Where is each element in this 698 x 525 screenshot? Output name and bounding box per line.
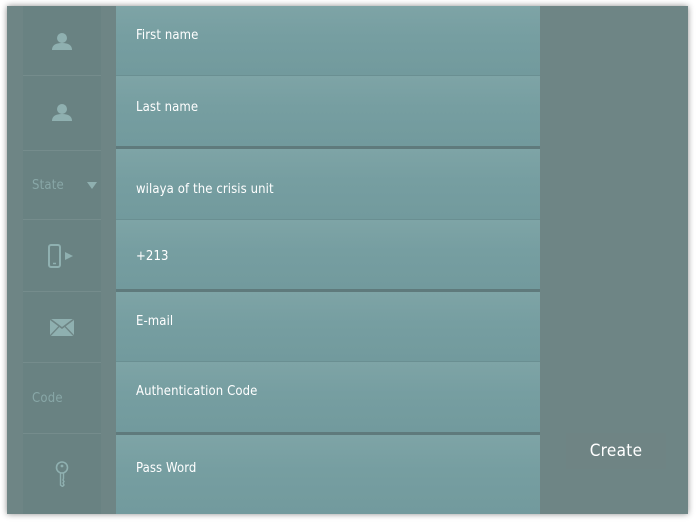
chevron-down-icon xyxy=(86,181,97,189)
email-placeholder: E-mail xyxy=(136,314,174,329)
phone-field[interactable]: +213 xyxy=(116,220,540,289)
state-label: State xyxy=(32,177,64,193)
envelope-icon xyxy=(50,318,74,336)
last-name-icon-cell xyxy=(23,75,101,147)
create-button[interactable]: Create xyxy=(566,433,666,469)
signup-panel: State Code First name Last name wilaya o… xyxy=(7,6,688,514)
last-name-placeholder: Last name xyxy=(136,100,199,115)
key-icon xyxy=(55,461,69,487)
email-field[interactable]: E-mail xyxy=(116,292,540,361)
phone-prefix: +213 xyxy=(136,249,169,264)
email-icon-cell xyxy=(23,291,101,362)
password-placeholder: Pass Word xyxy=(136,461,197,476)
code-icon-cell: Code xyxy=(23,362,101,433)
auth-code-field[interactable]: Authentication Code xyxy=(116,362,540,432)
password-icon-cell xyxy=(23,433,101,514)
mobile-phone-icon xyxy=(48,243,76,268)
auth-code-placeholder: Authentication Code xyxy=(136,384,258,399)
first-name-field[interactable]: First name xyxy=(116,6,540,75)
wilaya-field[interactable]: wilaya of the crisis unit xyxy=(116,149,540,219)
first-name-placeholder: First name xyxy=(136,28,199,43)
phone-icon-cell xyxy=(23,219,101,291)
code-label: Code xyxy=(32,390,63,406)
user-icon xyxy=(52,32,72,50)
first-name-icon-cell xyxy=(23,6,101,75)
password-field[interactable]: Pass Word xyxy=(116,435,540,514)
state-select[interactable]: State xyxy=(23,150,101,219)
user-icon xyxy=(52,103,72,121)
last-name-field[interactable]: Last name xyxy=(116,76,540,146)
wilaya-placeholder: wilaya of the crisis unit xyxy=(136,182,274,197)
